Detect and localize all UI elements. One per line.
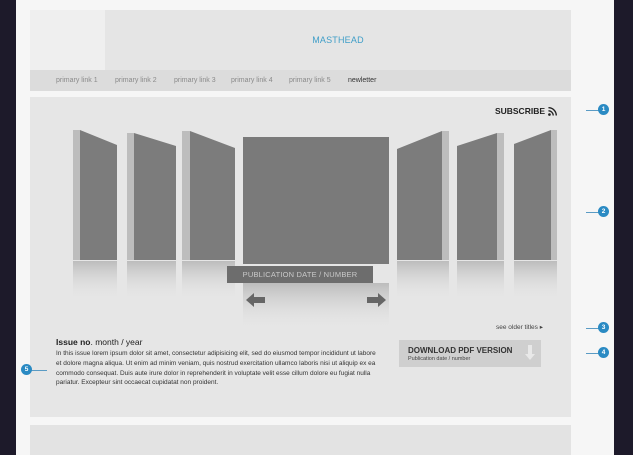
- cover-right-1[interactable]: [397, 131, 449, 301]
- download-pdf-button[interactable]: DOWNLOAD PDF VERSION Publication date / …: [399, 340, 541, 367]
- cover-right-3[interactable]: [514, 130, 557, 301]
- callout-line-5: [30, 370, 47, 371]
- nav-link-2[interactable]: primary link 2: [115, 77, 157, 84]
- issue-title: Issue no. month / year: [56, 337, 142, 347]
- cover-left-2[interactable]: [127, 133, 176, 301]
- secondary-panel: [30, 425, 571, 455]
- nav-link-newsletter[interactable]: newletter: [348, 77, 376, 84]
- download-arrow-icon: [525, 345, 535, 360]
- primary-nav: primary link 1 primary link 2 primary li…: [30, 70, 571, 91]
- callout-badge-3: 3: [598, 322, 609, 333]
- issue-description: In this issue lorem ipsum dolor sit amet…: [56, 350, 376, 387]
- masthead-label: MASTHEAD: [312, 35, 364, 45]
- cover-left-3[interactable]: [73, 130, 117, 301]
- callout-badge-5: 5: [21, 364, 32, 375]
- download-label: DOWNLOAD PDF VERSION: [408, 346, 513, 355]
- callout-badge-4: 4: [598, 347, 609, 358]
- callout-badge-1: 1: [598, 104, 609, 115]
- cover-gallery: [73, 130, 557, 331]
- callout-badge-2: 2: [598, 206, 609, 217]
- publication-label: PUBLICATION DATE / NUMBER: [242, 270, 358, 279]
- chevron-right-icon: ▸: [539, 324, 543, 331]
- publication-bar: PUBLICATION DATE / NUMBER: [227, 266, 373, 283]
- main-panel: SUBSCRIBE PUBLICATION DATE / NUMBER see …: [30, 97, 571, 417]
- see-older-label: see older titles: [496, 324, 538, 331]
- arrow-right-icon[interactable]: [366, 293, 386, 307]
- cover-right-2[interactable]: [457, 133, 504, 301]
- nav-link-1[interactable]: primary link 1: [56, 77, 98, 84]
- download-sublabel: Publication date / number: [408, 356, 471, 362]
- issue-number-label: Issue no: [56, 337, 91, 347]
- see-older-titles-link[interactable]: see older titles ▸: [496, 323, 543, 331]
- nav-link-3[interactable]: primary link 3: [174, 77, 216, 84]
- nav-link-4[interactable]: primary link 4: [231, 77, 273, 84]
- masthead: MASTHEAD: [105, 10, 571, 70]
- arrow-left-icon[interactable]: [246, 293, 266, 307]
- nav-link-5[interactable]: primary link 5: [289, 77, 331, 84]
- masthead-logo-area: [30, 10, 105, 70]
- issue-date-label: . month / year: [90, 337, 143, 347]
